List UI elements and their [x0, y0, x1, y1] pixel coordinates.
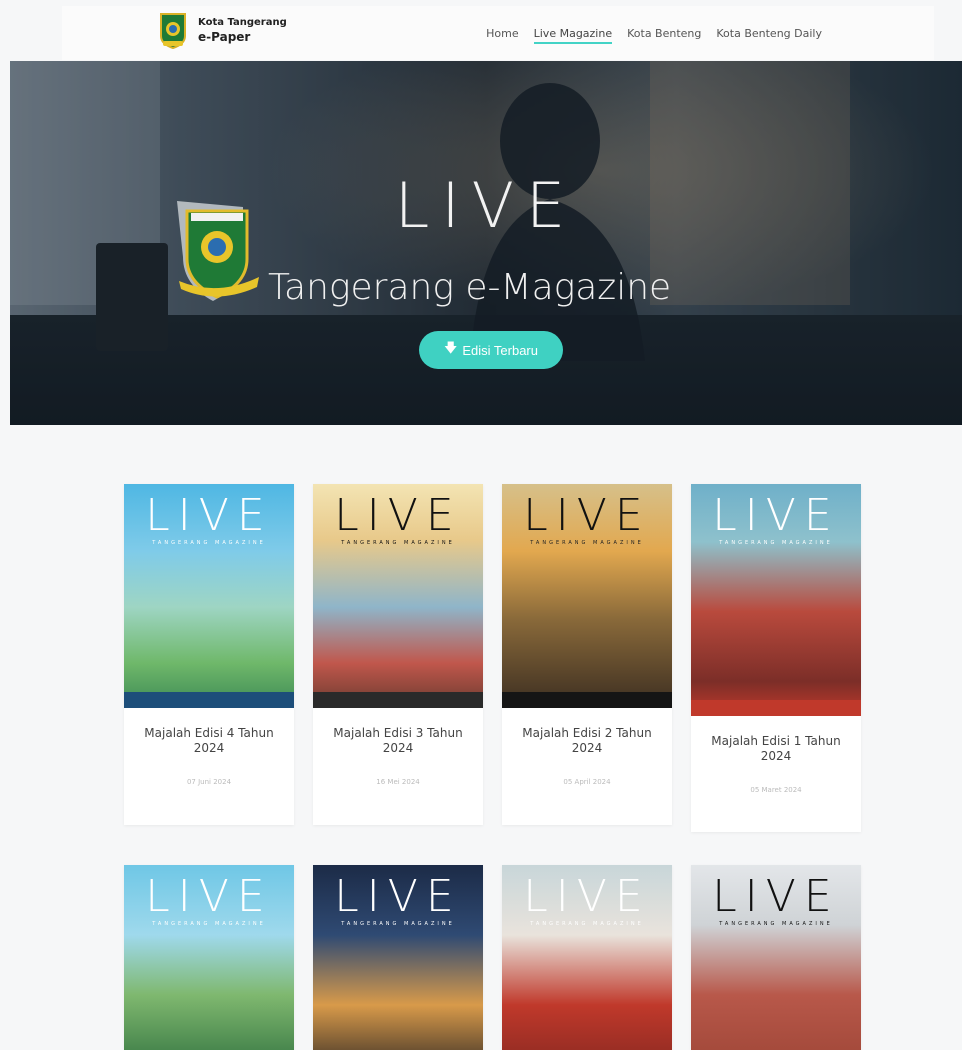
nav-live-magazine[interactable]: Live Magazine: [533, 27, 613, 44]
main-nav: Home Live Magazine Kota Benteng Kota Ben…: [486, 27, 822, 44]
magazine-date: 05 April 2024: [563, 778, 611, 786]
cover-tagline: TANGERANG MAGAZINE: [341, 540, 455, 546]
magazine-title[interactable]: Majalah Edisi 3 Tahun 2024: [313, 708, 483, 756]
magazine-cover[interactable]: LIVE TANGERANG MAGAZINE: [313, 484, 483, 708]
site-header: Kota Tangerang e-Paper Home Live Magazin…: [62, 6, 934, 60]
magazine-title[interactable]: Majalah Edisi 2 Tahun 2024: [502, 708, 672, 756]
magazine-card[interactable]: LIVE TANGERANG MAGAZINE Majalah Edisi 3 …: [313, 484, 483, 825]
cover-tagline: TANGERANG MAGAZINE: [341, 921, 455, 927]
cover-strip: [502, 692, 672, 708]
cover-tagline: TANGERANG MAGAZINE: [530, 921, 644, 927]
magazine-card[interactable]: LIVE TANGERANG MAGAZINE: [313, 865, 483, 1050]
hero-title: LIVE: [394, 169, 578, 242]
cover-tagline: TANGERANG MAGAZINE: [530, 540, 644, 546]
magazine-card[interactable]: LIVE TANGERANG MAGAZINE Majalah Edisi 2 …: [502, 484, 672, 825]
magazine-cover[interactable]: LIVE TANGERANG MAGAZINE: [691, 484, 861, 716]
cover-tagline: TANGERANG MAGAZINE: [152, 921, 266, 927]
page: Kota Tangerang e-Paper Home Live Magazin…: [0, 0, 962, 1050]
magazine-card[interactable]: LIVE TANGERANG MAGAZINE Majalah Edisi 4 …: [124, 484, 294, 825]
magazine-date: 05 Maret 2024: [750, 786, 802, 794]
cover-masthead: LIVE: [523, 871, 651, 922]
brand-product: e-Paper: [198, 29, 251, 44]
magazine-title[interactable]: Majalah Edisi 4 Tahun 2024: [124, 708, 294, 756]
magazine-cover[interactable]: LIVE TANGERANG MAGAZINE: [124, 865, 294, 1050]
brand[interactable]: Kota Tangerang e-Paper: [158, 12, 287, 50]
magazine-card[interactable]: LIVE TANGERANG MAGAZINE: [124, 865, 294, 1050]
arrow-down-icon: 🡇: [443, 340, 458, 355]
magazine-cover[interactable]: LIVE TANGERANG MAGAZINE: [502, 484, 672, 708]
kota-tangerang-logo: [160, 13, 186, 50]
cover-strip: [691, 700, 861, 716]
cover-tagline: TANGERANG MAGAZINE: [719, 921, 833, 927]
magazine-cover[interactable]: LIVE TANGERANG MAGAZINE: [502, 865, 672, 1050]
cover-masthead: LIVE: [712, 871, 840, 922]
cover-tagline: TANGERANG MAGAZINE: [152, 540, 266, 546]
kota-tangerang-emblem: [177, 201, 259, 301]
cover-masthead: LIVE: [712, 490, 840, 541]
latest-edition-button[interactable]: 🡇 Edisi Terbaru: [419, 331, 563, 369]
cover-masthead: LIVE: [334, 871, 462, 922]
cover-masthead: LIVE: [334, 490, 462, 541]
nav-home[interactable]: Home: [486, 27, 518, 44]
hero-banner: LIVE Tangerang e-Magazine 🡇 Edisi Terbar…: [10, 61, 962, 425]
cover-strip: [124, 692, 294, 708]
magazine-card[interactable]: LIVE TANGERANG MAGAZINE: [502, 865, 672, 1050]
magazine-date: 07 Juni 2024: [186, 778, 232, 786]
magazine-date: 16 Mei 2024: [376, 778, 420, 786]
cover-tagline: TANGERANG MAGAZINE: [719, 540, 833, 546]
magazine-cover[interactable]: LIVE TANGERANG MAGAZINE: [124, 484, 294, 708]
cover-masthead: LIVE: [145, 490, 273, 541]
nav-kota-benteng[interactable]: Kota Benteng: [627, 27, 701, 44]
magazine-title[interactable]: Majalah Edisi 1 Tahun 2024: [691, 716, 861, 764]
latest-edition-label: Edisi Terbaru: [462, 342, 538, 358]
magazine-grid: LIVE TANGERANG MAGAZINE Majalah Edisi 4 …: [60, 425, 902, 1050]
cover-masthead: LIVE: [523, 490, 651, 541]
nav-kota-benteng-daily[interactable]: Kota Benteng Daily: [716, 27, 822, 44]
magazine-card[interactable]: LIVE TANGERANG MAGAZINE: [691, 865, 861, 1050]
magazine-cover[interactable]: LIVE TANGERANG MAGAZINE: [691, 865, 861, 1050]
cover-strip: [313, 692, 483, 708]
hero-overlay: [10, 61, 962, 425]
magazine-card[interactable]: LIVE TANGERANG MAGAZINE Majalah Edisi 1 …: [691, 484, 861, 832]
hero-subtitle: Tangerang e-Magazine: [268, 267, 672, 308]
magazine-cover[interactable]: LIVE TANGERANG MAGAZINE: [313, 865, 483, 1050]
cover-masthead: LIVE: [145, 871, 273, 922]
brand-name: Kota Tangerang: [198, 17, 287, 29]
